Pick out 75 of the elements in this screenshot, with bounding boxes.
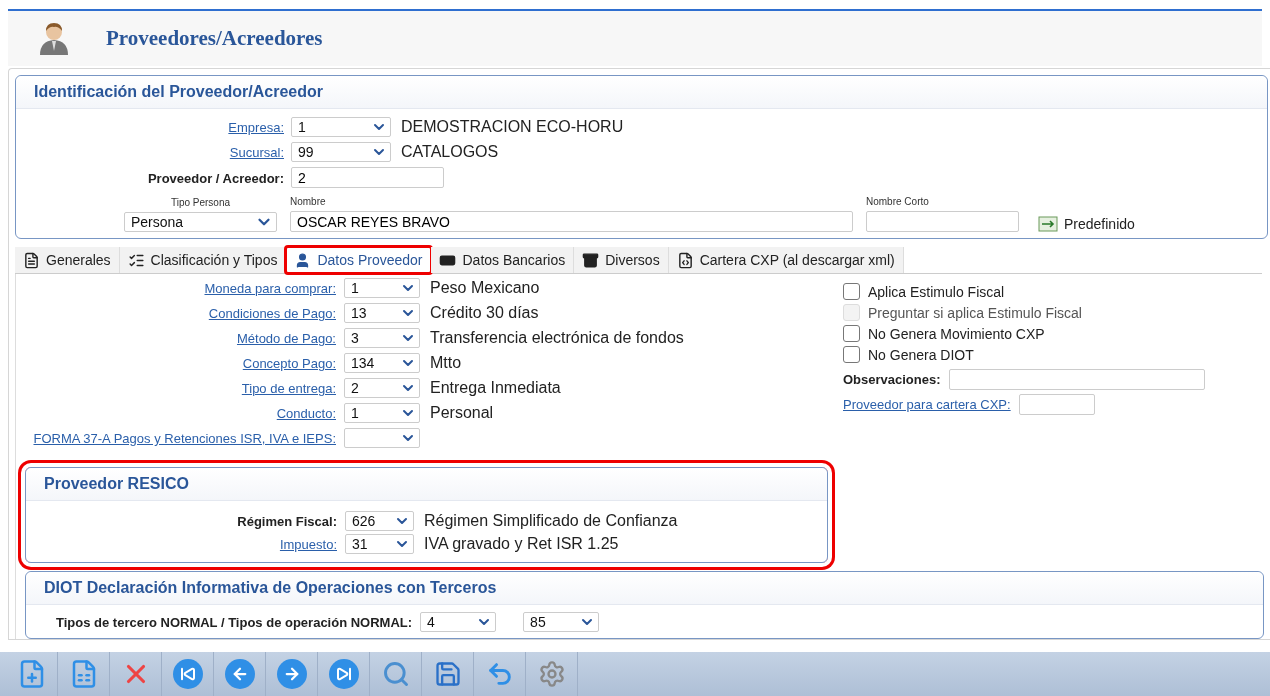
dropdown-field[interactable]: 1 [291,117,391,137]
field-description: Transferencia electrónica de fondos [430,329,684,347]
dropdown-field[interactable]: 1 [344,403,420,423]
field-link[interactable]: Conducto: [276,406,336,421]
checkbox-label: No Genera DIOT [868,346,974,363]
input-field[interactable] [1018,394,1095,415]
field-description: IVA gravado y Ret ISR 1.25 [424,535,619,553]
dropdown-field[interactable]: 1 [344,278,420,298]
predefinido-button[interactable]: Predefinido [1038,216,1135,232]
checkbox-label: Aplica Estimulo Fiscal [868,283,1005,300]
field-label: Nombre Corto [866,196,930,207]
dropdown-field[interactable]: 626 [345,511,414,531]
field-label: Nombre [290,196,327,207]
field-description: Crédito 30 días [430,304,539,322]
last-record-icon [328,659,359,689]
section-title: Proveedor RESICO [26,468,827,501]
dropdown-field[interactable]: 31 [345,534,414,554]
field-description: CATALOGOS [401,143,499,161]
dropdown-field[interactable]: 134 [344,353,420,373]
previous-icon [224,659,255,689]
section-title: Identificación del Proveedor/Acreedor [16,76,1267,109]
dropdown-field[interactable]: 85 [523,612,600,632]
field-description: Mtto [430,354,462,372]
input-field[interactable] [866,211,1019,232]
field-label: Proveedor / Acreedor: [147,170,284,186]
dropdown-field[interactable]: Persona [124,212,277,232]
field-description: Peso Mexicano [430,279,540,297]
field-description: Régimen Simplificado de Confianza [424,512,678,530]
field-link[interactable]: Condiciones de Pago: [208,306,336,321]
section-title: DIOT Declaración Informativa de Operaciones con Terceros [26,572,1263,605]
settings-icon [537,660,566,688]
checkbox[interactable] [843,283,860,300]
archive-box-icon [582,251,600,269]
field-description: Personal [430,404,494,422]
dropdown-field[interactable] [344,428,420,448]
field-label: Régimen Fiscal: [237,514,337,529]
checkbox-label: No Genera Movimiento CXP [868,325,1045,342]
save-icon [433,660,462,688]
field-link[interactable]: Concepto Pago: [242,356,336,371]
field-link[interactable]: Tipo de entrega: [241,381,336,396]
field-link[interactable]: Proveedor para cartera CXP: [843,397,1011,412]
search-icon [381,660,410,688]
field-label: Tipos de tercero NORMAL / Tipos de operación NORMAL: [56,614,413,630]
code-file-icon [676,251,694,269]
field-link[interactable]: FORMA 37-A Pagos y Retenciones ISR, IVA e IEPS: [33,431,336,446]
field-label: Tipo Persona [170,197,231,208]
tab[interactable]: Generales [15,247,120,273]
input-field[interactable]: 2 [291,167,444,188]
field-link[interactable]: Moneda para comprar: [204,281,336,296]
tab[interactable]: Diversos [574,247,669,273]
next-icon [276,659,307,689]
tab[interactable]: Clasificación y Tipos [119,247,287,273]
field-link[interactable]: Sucursal: [229,145,284,160]
dropdown-field[interactable]: 13 [344,303,420,323]
input-field[interactable] [948,369,1205,390]
field-link[interactable]: Método de Pago: [236,331,336,346]
dropdown-field[interactable]: 2 [344,378,420,398]
dropdown-field[interactable]: 3 [344,328,420,348]
checkbox[interactable] [843,346,860,363]
tab[interactable]: Datos Proveedor [286,247,432,273]
field-link[interactable]: Impuesto: [279,537,337,552]
page-title: Proveedores/Acreedores [106,25,323,51]
first-record-icon [172,659,203,689]
checkbox[interactable] [843,325,860,342]
checkbox-label: Preguntar si aplica Estimulo Fiscal [868,304,1082,321]
dropdown-field[interactable]: 99 [291,142,391,162]
field-description: DEMOSTRACION ECO-HORU [401,118,624,136]
tab[interactable]: Cartera CXP (al descargar xml) [668,247,904,273]
document-icon [23,251,40,269]
field-label: Observaciones: [843,372,941,387]
dropdown-field[interactable]: 4 [420,612,497,632]
field-description: Entrega Inmediata [430,379,561,397]
input-field[interactable]: OSCAR REYES BRAVO [290,211,853,232]
tab[interactable]: Datos Bancarios [431,247,575,273]
field-link[interactable]: Empresa: [228,120,284,135]
